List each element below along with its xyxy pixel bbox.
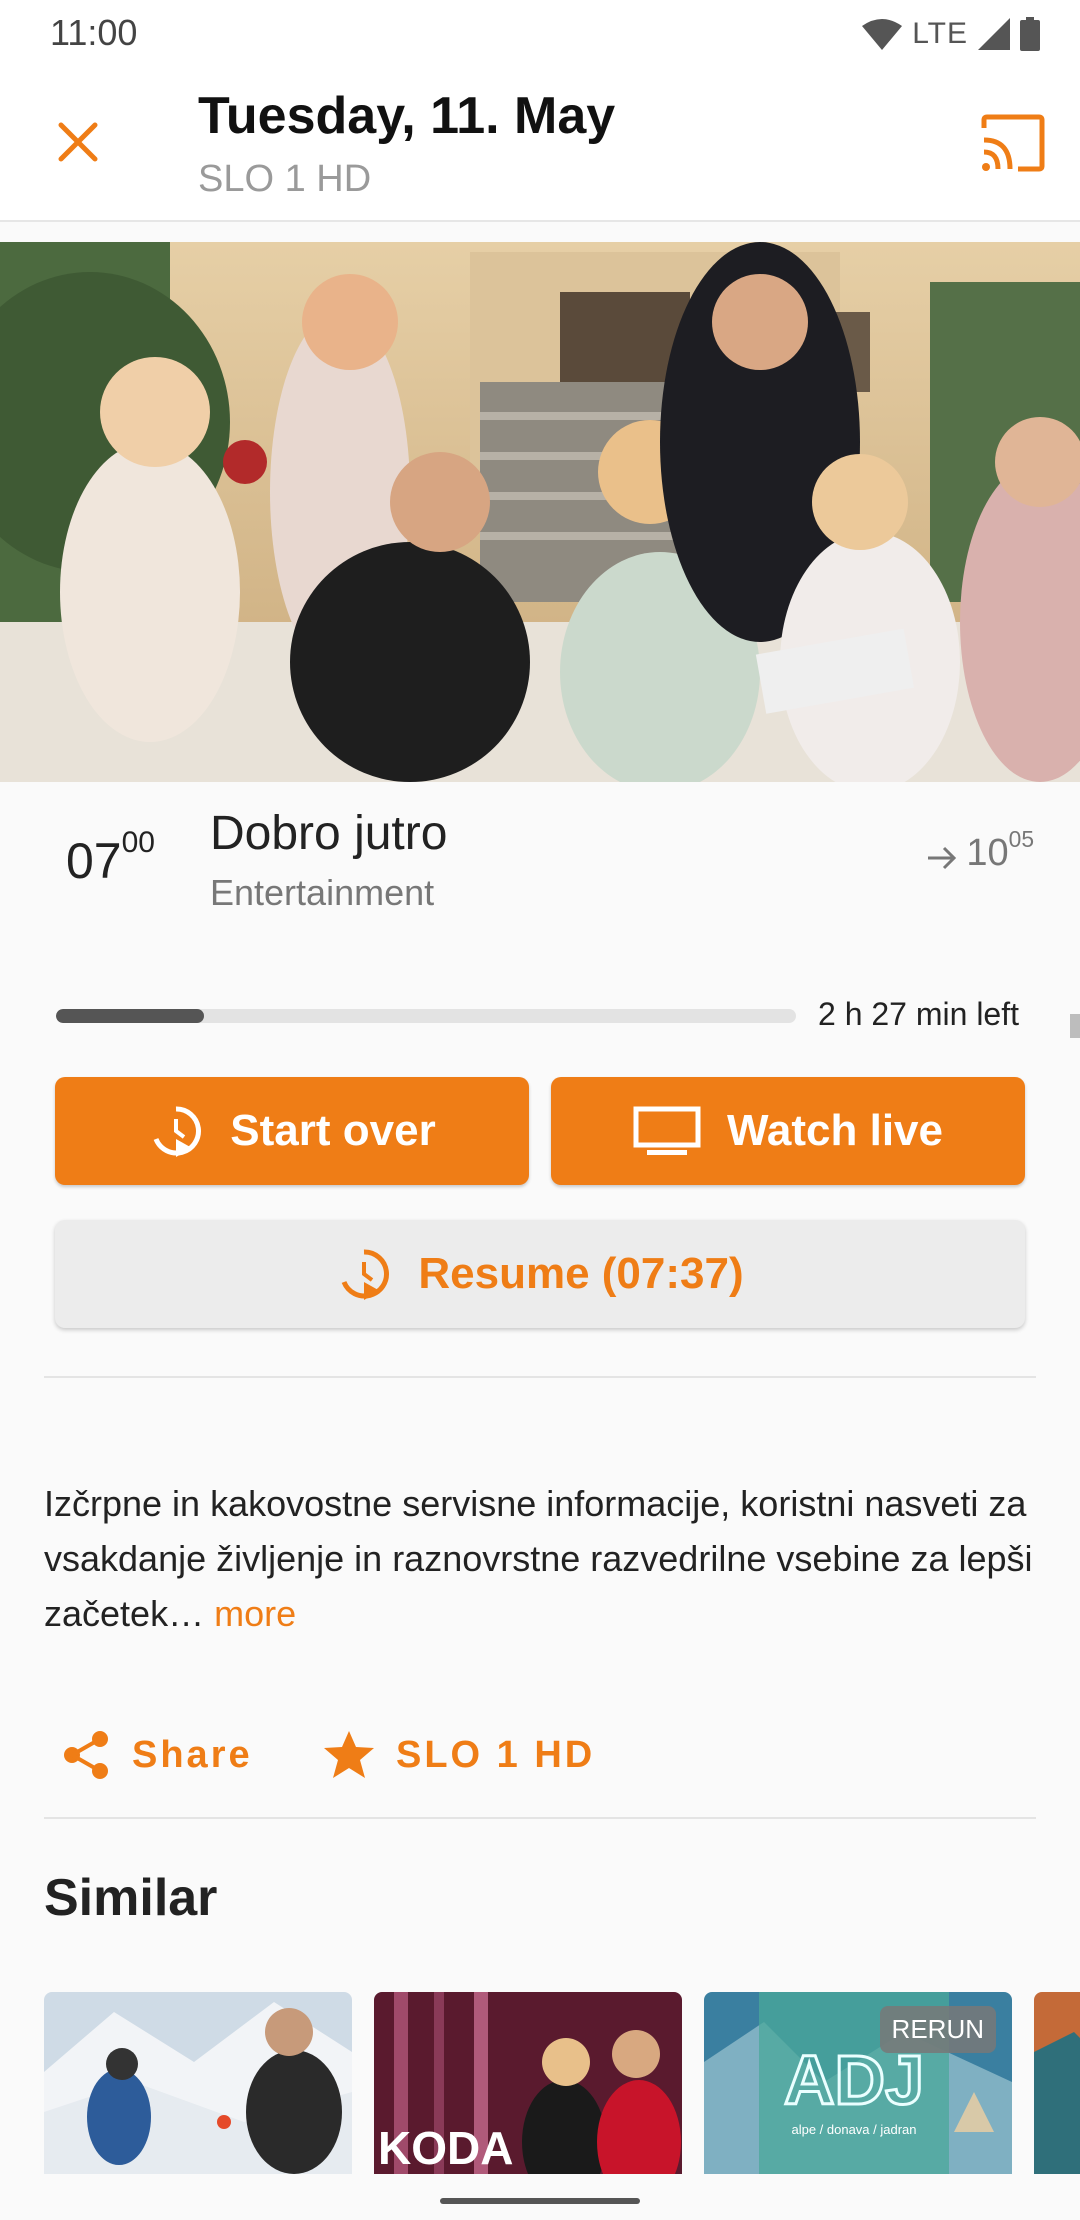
resume-label: Resume (07:37)	[418, 1249, 744, 1298]
close-icon	[58, 122, 98, 162]
program-info: 0700 Dobro jutro Entertainment 1005	[0, 800, 1080, 920]
similar-item[interactable]: ADJ alpe / donava / jadran RERUN	[704, 1992, 1012, 2174]
end-time: 1005	[926, 826, 1034, 875]
channel-label: SLO 1 HD	[396, 1733, 596, 1776]
end-hour: 10	[966, 832, 1009, 874]
close-button[interactable]	[50, 114, 106, 170]
app-bar: Tuesday, 11. May SLO 1 HD	[0, 70, 1080, 222]
time-left: 2 h 27 min left	[818, 996, 1019, 1032]
similar-item[interactable]	[1034, 1992, 1080, 2174]
program-description: Izčrpne in kakovostne servisne informaci…	[44, 1476, 1034, 1641]
scrollbar[interactable]	[1070, 1014, 1080, 1038]
navigation-bar	[0, 2174, 1080, 2220]
status-time: 11:00	[50, 12, 138, 53]
divider	[44, 1376, 1036, 1378]
description-text: Izčrpne in kakovostne servisne informaci…	[44, 1483, 1033, 1634]
end-minutes: 05	[1008, 826, 1034, 852]
status-bar: 11:00 LTE	[0, 0, 1080, 70]
similar-item[interactable]: KODA	[374, 1992, 682, 2174]
watch-live-label: Watch live	[727, 1106, 943, 1155]
watch-live-button[interactable]: Watch live	[551, 1077, 1025, 1185]
resume-button[interactable]: Resume (07:37)	[55, 1220, 1025, 1328]
share-icon	[64, 1731, 108, 1779]
star-icon	[324, 1731, 374, 1778]
rerun-badge: RERUN	[879, 2006, 996, 2053]
progress-fill	[56, 1009, 204, 1023]
home-gesture-handle[interactable]	[440, 2198, 640, 2204]
start-minutes: 00	[121, 826, 155, 859]
koda-logo-text: KODA	[378, 2122, 513, 2174]
progress-bar	[56, 1009, 796, 1023]
cast-button[interactable]	[980, 114, 1046, 172]
more-link[interactable]: more	[214, 1593, 296, 1634]
channel-subtitle: SLO 1 HD	[198, 158, 372, 200]
resume-icon	[342, 1249, 390, 1300]
restart-icon	[153, 1106, 202, 1157]
similar-carousel[interactable]: KODA ADJ alpe / donava / jadran RERUN	[0, 1992, 1080, 2174]
signal-icon	[978, 18, 1010, 50]
page-title: Tuesday, 11. May	[198, 87, 616, 145]
arrow-right-icon	[928, 846, 957, 870]
adj-subtitle-text: alpe / donava / jadran	[791, 2122, 916, 2137]
divider	[44, 1817, 1036, 1819]
program-image	[0, 242, 1080, 782]
start-over-label: Start over	[230, 1106, 436, 1155]
program-title: Dobro jutro	[210, 807, 448, 860]
favorite-channel-button[interactable]: SLO 1 HD	[322, 1720, 595, 1790]
start-time: 0700	[66, 826, 155, 890]
tv-icon	[633, 1106, 701, 1155]
share-label: Share	[132, 1733, 253, 1776]
start-over-button[interactable]: Start over	[55, 1077, 529, 1185]
network-label: LTE	[912, 17, 968, 50]
share-button[interactable]: Share	[60, 1720, 253, 1790]
status-icons: LTE	[862, 14, 1040, 54]
cast-icon	[981, 114, 1045, 172]
program-genre: Entertainment	[210, 872, 435, 913]
battery-icon	[1020, 17, 1040, 51]
wifi-icon	[862, 19, 903, 50]
similar-item[interactable]	[44, 1992, 352, 2174]
similar-title: Similar	[44, 1869, 218, 1927]
start-hour: 07	[66, 833, 122, 889]
